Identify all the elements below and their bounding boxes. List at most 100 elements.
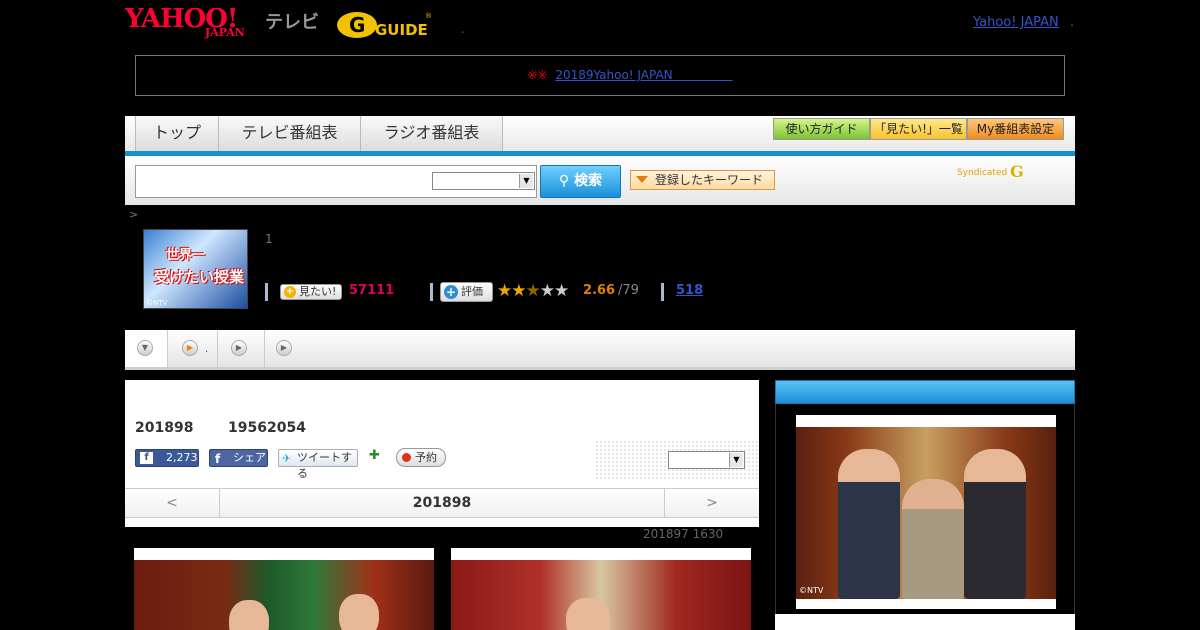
want-to-watch-button[interactable]: + 見たい! — [280, 284, 342, 300]
saved-keywords-button[interactable]: 登録したキーワード — [630, 170, 775, 190]
air-info: 201897 1630 — [643, 527, 724, 541]
plus-icon: + — [444, 285, 458, 299]
subtab-1-label: . — [205, 344, 209, 355]
tweet-label: ツイートする — [297, 451, 352, 480]
chevron-down-icon: ▼ — [519, 174, 533, 188]
chevron-down-icon: ▼ — [729, 453, 743, 467]
subtab-toggle[interactable]: ▼ — [125, 330, 168, 367]
svg-text:®: ® — [425, 12, 432, 20]
facebook-icon: f — [140, 452, 153, 464]
facebook-like-button[interactable]: f 2,273 — [135, 449, 199, 467]
nav-tab-tv-schedule[interactable]: テレビ番組表 — [219, 116, 361, 151]
subtab-2[interactable]: ▶ — [218, 330, 265, 367]
episode-date: 201898 — [135, 420, 194, 436]
side-panel-header — [775, 380, 1075, 404]
sub-tabs: ▼ ▶ . ▶ ▶ — [125, 330, 1075, 370]
side-photo-credit: ©NTV — [799, 586, 824, 595]
syndicated-label: Syndicated — [957, 168, 1008, 178]
tv-logo[interactable]: テレビ — [265, 8, 319, 34]
episode-time: 19562054 — [228, 420, 306, 436]
tweet-button[interactable]: ✈ ツイートする — [278, 449, 358, 480]
next-episode-button[interactable]: > — [664, 489, 759, 517]
photo — [134, 560, 434, 630]
program-number: 1 — [265, 232, 273, 246]
program-image-credit: ©NTV — [146, 299, 168, 307]
episode-select[interactable]: ▼ — [668, 451, 745, 469]
search-button-label: 検索 — [574, 173, 603, 189]
triangle-down-icon — [636, 176, 648, 183]
chevron-down-icon: ▼ — [137, 340, 153, 356]
rating-stars: ★★★★★ — [497, 281, 570, 301]
episode-panel: 201898 19562054 f 2,273 f シェア ✈ ツイートする ✚… — [125, 380, 759, 527]
facebook-share-button[interactable]: f シェア — [209, 449, 268, 467]
half-star-icon: ★ — [525, 281, 540, 301]
search-bar: ⚲ 検索 登録したキーワード Syndicated G — [125, 156, 1075, 205]
plus-icon: + — [284, 286, 296, 298]
reserve-recording-button[interactable]: 予約 — [396, 448, 446, 467]
episode-pager: < 201898 > — [125, 488, 759, 518]
search-button[interactable]: ⚲ 検索 — [540, 165, 621, 198]
yahoo-japan-logo: JAPAN — [205, 26, 245, 39]
header-dot-2: . — [1070, 15, 1075, 30]
subtab-1[interactable]: ▶ . — [168, 330, 218, 367]
notice-marks: ※※ — [527, 68, 548, 82]
empty-star-icon: ★★ — [539, 281, 570, 301]
nav-tab-top[interactable]: トップ — [135, 116, 219, 151]
gguide-logo[interactable]: G GUIDE ® — [335, 6, 433, 40]
rate-button-label: 評価 — [461, 285, 483, 298]
person — [339, 594, 379, 630]
person — [902, 479, 964, 599]
add-calendar-icon[interactable]: ✚ — [369, 448, 385, 464]
rating-value: 2.66 — [583, 283, 616, 298]
episode-photo-2[interactable] — [451, 548, 751, 630]
usage-guide-button[interactable]: 使い方ガイド — [773, 118, 870, 140]
saved-keywords-label: 登録したキーワード — [655, 173, 764, 187]
side-panel-footer — [775, 614, 1075, 630]
play-icon: ▶ — [182, 340, 198, 356]
side-photo[interactable]: ©NTV — [796, 415, 1056, 609]
star-icon: ★★ — [497, 281, 527, 301]
search-category-select[interactable]: ▼ — [432, 172, 535, 190]
main-nav: トップ テレビ番組表 ラジオ番組表 使い方ガイド 「見たい!」一覧 My番組表設… — [125, 116, 1075, 156]
rate-button[interactable]: + 評価 — [440, 282, 493, 302]
record-icon — [402, 453, 411, 462]
want-to-watch-label: 見たい! — [299, 285, 337, 298]
syndicated-gguide-logo: G — [1010, 162, 1024, 181]
rating-count: /79 — [618, 283, 639, 298]
program-image-text-2: 受けたい授業 — [154, 268, 245, 286]
watchlist-button[interactable]: 「見たい!」一覧 — [870, 118, 967, 140]
yahoo-japan-link[interactable]: Yahoo! JAPAN — [973, 15, 1059, 30]
previous-episode-button[interactable]: < — [125, 489, 220, 517]
program-stats: + 見たい! 57111 + 評価 ★★★★★ 2.66 /79 518 — [265, 282, 725, 302]
my-schedule-settings-button[interactable]: My番組表設定 — [967, 118, 1064, 140]
current-episode-date: 201898 — [412, 495, 472, 511]
want-to-watch-count: 57111 — [349, 283, 395, 298]
episode-photo-1[interactable] — [134, 548, 434, 630]
gguide-logo-text: GUIDE — [375, 21, 428, 39]
divider — [661, 283, 664, 301]
svg-text:G: G — [349, 13, 365, 37]
person — [566, 598, 610, 630]
divider — [430, 283, 433, 301]
photo — [451, 560, 751, 630]
review-count-link[interactable]: 518 — [676, 283, 703, 298]
person — [838, 449, 900, 599]
facebook-like-count: 2,273 — [166, 451, 198, 464]
breadcrumb: > — [129, 208, 139, 221]
header: YAHOO! JAPAN テレビ G GUIDE ® . Yahoo! JAPA… — [125, 0, 1075, 48]
play-icon: ▶ — [276, 340, 292, 356]
person — [229, 600, 269, 630]
program-image: 世界一 受けたい授業 ©NTV — [143, 229, 248, 309]
subtab-3[interactable]: ▶ — [265, 330, 311, 367]
notice-link[interactable]: 20189Yahoo! JAPAN — [555, 68, 732, 82]
reserve-label: 予約 — [415, 451, 437, 464]
twitter-bird-icon: ✈ — [282, 452, 292, 465]
facebook-share-label: シェア — [233, 451, 266, 464]
play-icon: ▶ — [231, 340, 247, 356]
header-dot: . — [461, 22, 465, 36]
program-image-text-1: 世界一 — [166, 248, 206, 263]
search-icon: ⚲ — [558, 173, 575, 189]
person — [964, 449, 1026, 599]
nav-tab-radio-schedule[interactable]: ラジオ番組表 — [361, 116, 503, 151]
side-panel: ©NTV — [775, 404, 1075, 614]
